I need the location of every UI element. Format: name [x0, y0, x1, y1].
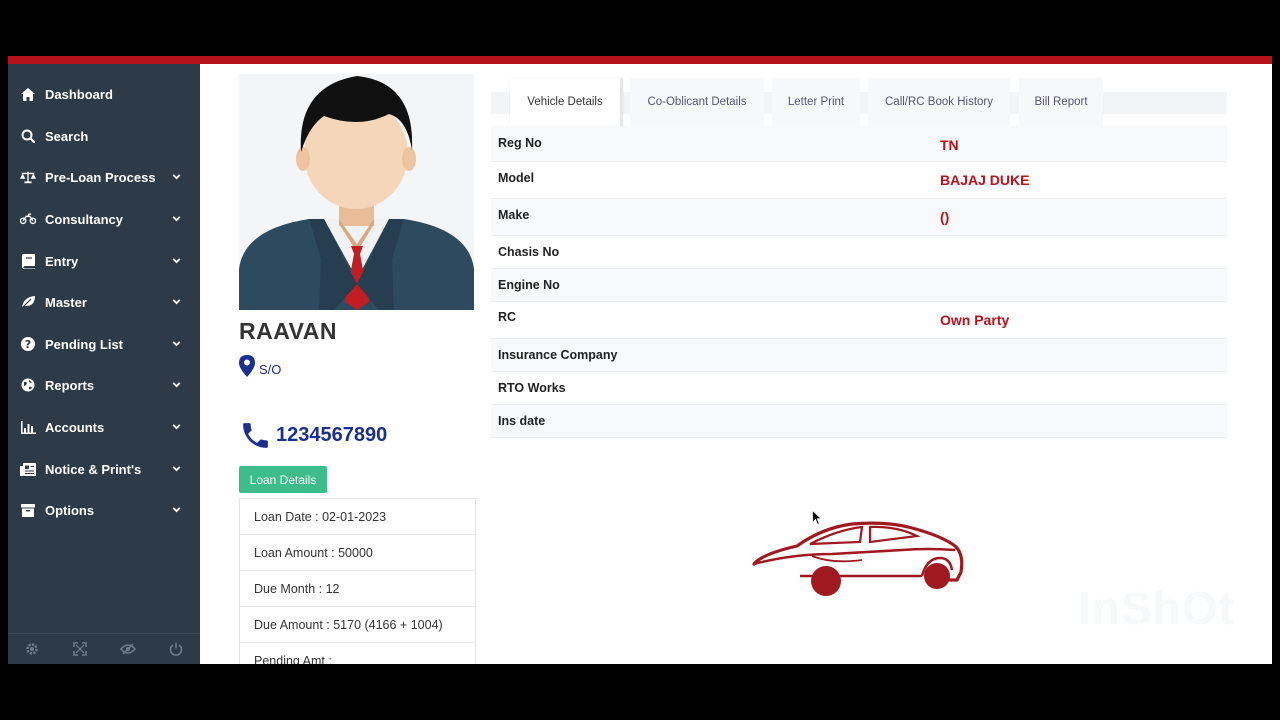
chevron-down-icon: [172, 216, 181, 222]
tab-co-oblicant-details[interactable]: Co-Oblicant Details: [630, 78, 764, 126]
detail-row-rc: RC Own Party: [491, 302, 1227, 339]
pending-amount: Pending Amt :: [240, 643, 475, 665]
book-icon: [20, 253, 36, 269]
detail-value: BAJAJ DUKE: [940, 172, 1030, 188]
sidebar-item-label: Pre-Loan Process: [45, 169, 156, 185]
due-amount: Due Amount : 5170 (4166 + 1004): [240, 607, 475, 643]
detail-tabs: Vehicle Details Co-Oblicant Details Lett…: [491, 78, 1227, 126]
detail-label: Reg No: [498, 136, 542, 150]
detail-row-make: Make (): [491, 199, 1227, 236]
chevron-down-icon: [172, 258, 181, 264]
sidebar-item-accounts[interactable]: Accounts: [8, 412, 200, 442]
detail-row-model: Model BAJAJ DUKE: [491, 162, 1227, 199]
tab-call-rc-book-history[interactable]: Call/RC Book History: [868, 78, 1010, 126]
scale-icon: [20, 169, 36, 185]
location-pin-icon: [239, 355, 255, 377]
relation-label: S/O: [259, 362, 282, 377]
mouse-cursor-icon: [812, 510, 822, 526]
detail-row-rto-works: RTO Works: [491, 372, 1227, 405]
detail-label: Model: [498, 171, 535, 185]
sidebar-item-notice-prints[interactable]: Notice & Print's: [8, 454, 200, 484]
sidebar-item-label: Pending List: [45, 336, 123, 352]
vehicle-details-table: Reg No TN Model BAJAJ DUKE Make () Chasi…: [491, 126, 1227, 438]
sidebar-item-dashboard[interactable]: Dashboard: [8, 79, 200, 109]
sidebar-item-pending-list[interactable]: ? Pending List: [8, 329, 200, 359]
sidebar-item-label: Master: [45, 294, 87, 310]
sidebar-item-label: Dashboard: [45, 86, 113, 102]
chevron-down-icon: [172, 424, 181, 430]
leaf-icon: [20, 294, 36, 310]
sidebar-item-options[interactable]: Options: [8, 495, 200, 525]
home-icon: [20, 86, 36, 102]
phone-number: 1234567890: [276, 424, 388, 446]
sidebar-item-reports[interactable]: Reports: [8, 370, 200, 400]
top-bar: [8, 56, 1272, 64]
detail-value: (): [940, 209, 950, 225]
tab-vehicle-details[interactable]: Vehicle Details: [510, 78, 623, 126]
detail-label: Engine No: [498, 278, 560, 292]
sidebar-item-label: Consultancy: [45, 211, 124, 227]
newspaper-icon: [20, 461, 36, 477]
detail-value: Own Party: [940, 312, 1010, 328]
loan-date: Loan Date : 02-01-2023: [240, 499, 475, 535]
avatar: [239, 74, 474, 310]
detail-label: Ins date: [498, 414, 546, 428]
chevron-down-icon: [172, 507, 181, 513]
tab-letter-print[interactable]: Letter Print: [772, 78, 860, 126]
loan-details-button[interactable]: Loan Details: [239, 466, 327, 493]
chevron-down-icon: [172, 174, 181, 180]
detail-row-insurance-company: Insurance Company: [491, 339, 1227, 372]
detail-row-chasis-no: Chasis No: [491, 236, 1227, 269]
sidebar-item-label: Notice & Print's: [45, 461, 142, 477]
bar-chart-icon: [20, 419, 36, 435]
sidebar: Dashboard Search Pre-Loan Process Consul…: [8, 64, 200, 664]
phone-icon: [243, 423, 268, 448]
archive-icon: [20, 502, 36, 518]
motorcycle-icon: [20, 211, 36, 227]
detail-label: RTO Works: [498, 381, 566, 395]
detail-label: Chasis No: [498, 245, 560, 259]
customer-relation: S/O: [239, 355, 281, 377]
search-icon: [20, 128, 36, 144]
detail-value: TN: [940, 137, 959, 153]
loan-summary-list: Loan Date : 02-01-2023 Loan Amount : 500…: [239, 498, 476, 664]
tab-bill-report[interactable]: Bill Report: [1019, 78, 1103, 126]
detail-label: Make: [498, 208, 530, 222]
sidebar-item-label: Accounts: [45, 419, 105, 435]
detail-label: RC: [498, 310, 517, 324]
chevron-down-icon: [172, 299, 181, 305]
settings-icon[interactable]: [24, 641, 40, 657]
loan-amount: Loan Amount : 50000: [240, 535, 475, 571]
detail-label: Insurance Company: [498, 348, 618, 362]
detail-row-reg-no: Reg No TN: [491, 126, 1227, 162]
app-window: Dashboard Search Pre-Loan Process Consul…: [8, 56, 1272, 664]
sidebar-item-pre-loan-process[interactable]: Pre-Loan Process: [8, 162, 200, 192]
globe-icon: [20, 377, 36, 393]
chevron-down-icon: [172, 382, 181, 388]
power-icon[interactable]: [168, 641, 184, 657]
sidebar-item-master[interactable]: Master: [8, 287, 200, 317]
sidebar-item-search[interactable]: Search: [8, 121, 200, 151]
car-logo: [752, 521, 964, 596]
detail-row-ins-date: Ins date: [491, 405, 1227, 438]
detail-row-engine-no: Engine No: [491, 269, 1227, 302]
sidebar-item-label: Reports: [45, 377, 95, 393]
question-circle-icon: ?: [20, 336, 36, 352]
svg-text:?: ?: [25, 338, 31, 351]
chevron-down-icon: [172, 341, 181, 347]
sidebar-item-label: Options: [45, 502, 95, 518]
customer-name: RAAVAN: [239, 318, 337, 344]
chevron-down-icon: [172, 466, 181, 472]
sidebar-item-label: Entry: [45, 253, 79, 269]
hide-icon[interactable]: [120, 641, 136, 657]
sidebar-item-label: Search: [45, 128, 89, 144]
sidebar-item-consultancy[interactable]: Consultancy: [8, 204, 200, 234]
sidebar-footer: [8, 633, 200, 664]
due-month: Due Month : 12: [240, 571, 475, 607]
sidebar-item-entry[interactable]: Entry: [8, 246, 200, 276]
customer-phone: 1234567890: [239, 419, 387, 452]
watermark: InShOt: [1078, 582, 1235, 634]
fullscreen-icon[interactable]: [72, 641, 88, 657]
